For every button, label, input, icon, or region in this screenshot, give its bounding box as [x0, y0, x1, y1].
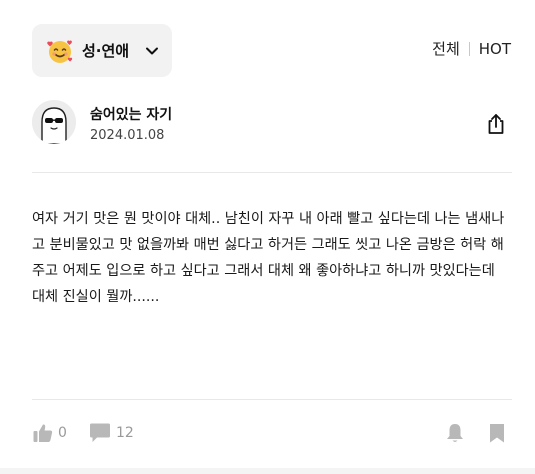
like-count: 0 — [58, 425, 67, 441]
top-bar: 성·연애 전체 HOT — [32, 24, 511, 78]
header-divider — [32, 172, 512, 173]
tab-hot[interactable]: HOT — [479, 40, 511, 58]
tab-all[interactable]: 전체 — [432, 38, 460, 59]
post-date: 2024.01.08 — [90, 128, 165, 143]
post-body: 여자 거기 맛은 뭔 맛이야 대체.. 남친이 자꾸 내 아래 빨고 싶다는데 … — [32, 211, 505, 305]
chevron-down-icon — [146, 47, 159, 54]
footer-divider — [32, 399, 512, 400]
category-label: 성·연애 — [82, 42, 130, 60]
bookmark-icon[interactable] — [488, 422, 506, 444]
tab-separator — [468, 41, 470, 56]
avatar[interactable] — [32, 100, 76, 144]
category-selector-button[interactable]: 성·연애 — [32, 24, 172, 77]
like-button[interactable]: 0 — [32, 422, 67, 444]
comment-count: 12 — [116, 425, 134, 441]
post-author-row: 숨어있는 자기 2024.01.08 — [32, 100, 512, 150]
share-icon[interactable] — [484, 112, 508, 136]
thumbs-up-icon — [33, 424, 53, 442]
author-name: 숨어있는 자기 — [90, 107, 173, 123]
smiling-face-with-hearts-icon — [47, 40, 73, 63]
bottom-strip — [0, 468, 535, 474]
bell-icon[interactable] — [444, 422, 466, 444]
comment-icon — [90, 423, 110, 442]
comment-button[interactable]: 12 — [88, 422, 134, 444]
ghost-avatar-icon — [32, 100, 76, 144]
sort-tabs: 전체 HOT — [432, 38, 511, 59]
post-footer: 0 12 — [32, 420, 512, 450]
